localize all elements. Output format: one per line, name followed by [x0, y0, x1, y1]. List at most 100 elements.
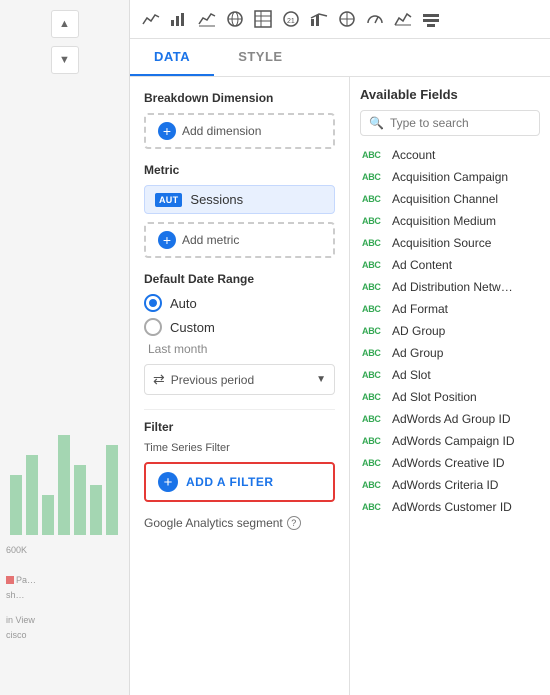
field-item[interactable]: ABC AdWords Campaign ID: [360, 430, 540, 452]
field-type: ABC: [362, 194, 386, 204]
add-dimension-label: Add dimension: [182, 124, 261, 138]
add-metric-plus-icon: +: [158, 231, 176, 249]
add-dimension-button[interactable]: + Add dimension: [144, 113, 335, 149]
field-item[interactable]: ABCAdWords Customer ID: [360, 496, 540, 518]
icon-toolbar: 21: [130, 0, 550, 39]
field-name: AdWords Campaign ID: [392, 434, 515, 448]
help-icon[interactable]: ?: [287, 516, 301, 530]
period-label: Previous period: [171, 373, 310, 387]
field-name: Ad Slot Position: [392, 390, 477, 404]
field-type: ABC: [362, 414, 386, 424]
legend-dot-red: [6, 576, 14, 584]
field-item[interactable]: ABC Ad Distribution Netw…: [360, 276, 540, 298]
line-chart-icon[interactable]: [140, 8, 162, 30]
fields-title: Available Fields: [360, 87, 540, 102]
content-area: Breakdown Dimension + Add dimension Metr…: [130, 77, 550, 695]
date-range-section: Default Date Range Auto Custom Last mont…: [144, 272, 335, 395]
field-name: AdWords Ad Group ID: [392, 412, 511, 426]
metric-label: Metric: [144, 163, 335, 177]
date-range-label: Default Date Range: [144, 272, 335, 286]
metric-chip[interactable]: AUT Sessions: [144, 185, 335, 214]
table-icon[interactable]: [252, 8, 274, 30]
field-name: Acquisition Channel: [392, 192, 498, 206]
bar-chart-icon[interactable]: [168, 8, 190, 30]
field-item[interactable]: ABC Acquisition Channel: [360, 188, 540, 210]
field-name: Ad Distribution Netw…: [392, 280, 513, 294]
previous-period-dropdown[interactable]: ⇄ Previous period ▼: [144, 364, 335, 395]
ga-segment-text: Google Analytics segment: [144, 516, 283, 530]
field-name: AdWords Criteria ID: [392, 478, 498, 492]
field-item[interactable]: ABCAd Group: [360, 342, 540, 364]
field-item[interactable]: ABC Ad Format: [360, 298, 540, 320]
field-item[interactable]: ABCAcquisition Medium: [360, 210, 540, 232]
breakdown-label: Breakdown Dimension: [144, 91, 335, 105]
field-type: ABC: [362, 150, 386, 160]
field-name: Ad Group: [392, 346, 443, 360]
search-icon: 🔍: [369, 116, 384, 130]
left-sidebar: ▲ ▼ 600K Pa… sh… in View cisco: [0, 0, 130, 695]
sidebar-arrow-up[interactable]: ▲: [51, 10, 79, 38]
field-item[interactable]: ABC Account: [360, 144, 540, 166]
field-item[interactable]: ABCAD Group: [360, 320, 540, 342]
field-type: ABC: [362, 436, 386, 446]
gauge-icon[interactable]: [364, 8, 386, 30]
svg-text:21: 21: [287, 18, 295, 25]
tab-style[interactable]: STYLE: [214, 39, 306, 76]
field-type: ABC: [362, 370, 386, 380]
bullet-icon[interactable]: [392, 8, 414, 30]
add-dimension-plus-icon: +: [158, 122, 176, 140]
chart-area: 600K Pa… sh… in View cisco: [0, 82, 129, 695]
field-name: Ad Format: [392, 302, 448, 316]
metric-badge: AUT: [155, 193, 182, 207]
filter-section: Filter Time Series Filter + ADD A FILTER…: [144, 409, 335, 530]
add-filter-button[interactable]: + ADD A FILTER: [144, 462, 335, 502]
filter-label: Filter: [144, 420, 335, 434]
field-item[interactable]: ABCAdWords Creative ID: [360, 452, 540, 474]
field-name: Ad Slot: [392, 368, 431, 382]
field-type: ABC: [362, 260, 386, 270]
add-metric-label: Add metric: [182, 233, 239, 247]
field-name: Acquisition Campaign: [392, 170, 508, 184]
legend-label-pa: Pa…: [16, 575, 36, 585]
radio-auto-label: Auto: [170, 296, 197, 311]
radio-custom[interactable]: Custom: [144, 318, 335, 336]
search-input[interactable]: [390, 116, 531, 130]
field-type: ABC: [362, 282, 386, 292]
fields-list: ABCAccountABCAcquisition CampaignABCAcqu…: [360, 144, 540, 518]
globe-icon[interactable]: [224, 8, 246, 30]
field-type: ABC: [362, 458, 386, 468]
tabs: DATA STYLE: [130, 39, 550, 77]
sidebar-arrow-down[interactable]: ▼: [51, 46, 79, 74]
field-name: Acquisition Source: [392, 236, 491, 250]
field-item[interactable]: ABC AdWords Ad Group ID: [360, 408, 540, 430]
area-chart-icon[interactable]: [196, 8, 218, 30]
add-metric-button[interactable]: + Add metric: [144, 222, 335, 258]
radio-auto-inner: [149, 299, 157, 307]
main-panel: 21: [130, 0, 550, 695]
bottom-label-in-view: in View: [6, 615, 35, 625]
combo-chart-icon[interactable]: [308, 8, 330, 30]
field-item[interactable]: ABC Ad Slot: [360, 364, 540, 386]
field-type: ABC: [362, 304, 386, 314]
search-box[interactable]: 🔍: [360, 110, 540, 136]
field-type: ABC: [362, 172, 386, 182]
period-icon: ⇄: [153, 371, 165, 388]
chart-value-label: 600K: [6, 545, 27, 555]
field-item[interactable]: ABCAd Content: [360, 254, 540, 276]
scorecard-icon[interactable]: 21: [280, 8, 302, 30]
field-type: ABC: [362, 480, 386, 490]
pivot-icon[interactable]: [336, 8, 358, 30]
field-item[interactable]: ABCAcquisition Source: [360, 232, 540, 254]
radio-auto[interactable]: Auto: [144, 294, 335, 312]
field-item[interactable]: ABC AdWords Criteria ID: [360, 474, 540, 496]
more-icon[interactable]: [420, 8, 442, 30]
field-item[interactable]: ABC Acquisition Campaign: [360, 166, 540, 188]
radio-auto-outer: [144, 294, 162, 312]
field-type: ABC: [362, 502, 386, 512]
field-item[interactable]: ABCAd Slot Position: [360, 386, 540, 408]
tab-data[interactable]: DATA: [130, 39, 214, 76]
radio-custom-label: Custom: [170, 320, 215, 335]
field-name: Account: [392, 148, 435, 162]
field-type: ABC: [362, 326, 386, 336]
fields-panel: Available Fields 🔍 ABCAccountABCAcquisit…: [350, 77, 550, 695]
